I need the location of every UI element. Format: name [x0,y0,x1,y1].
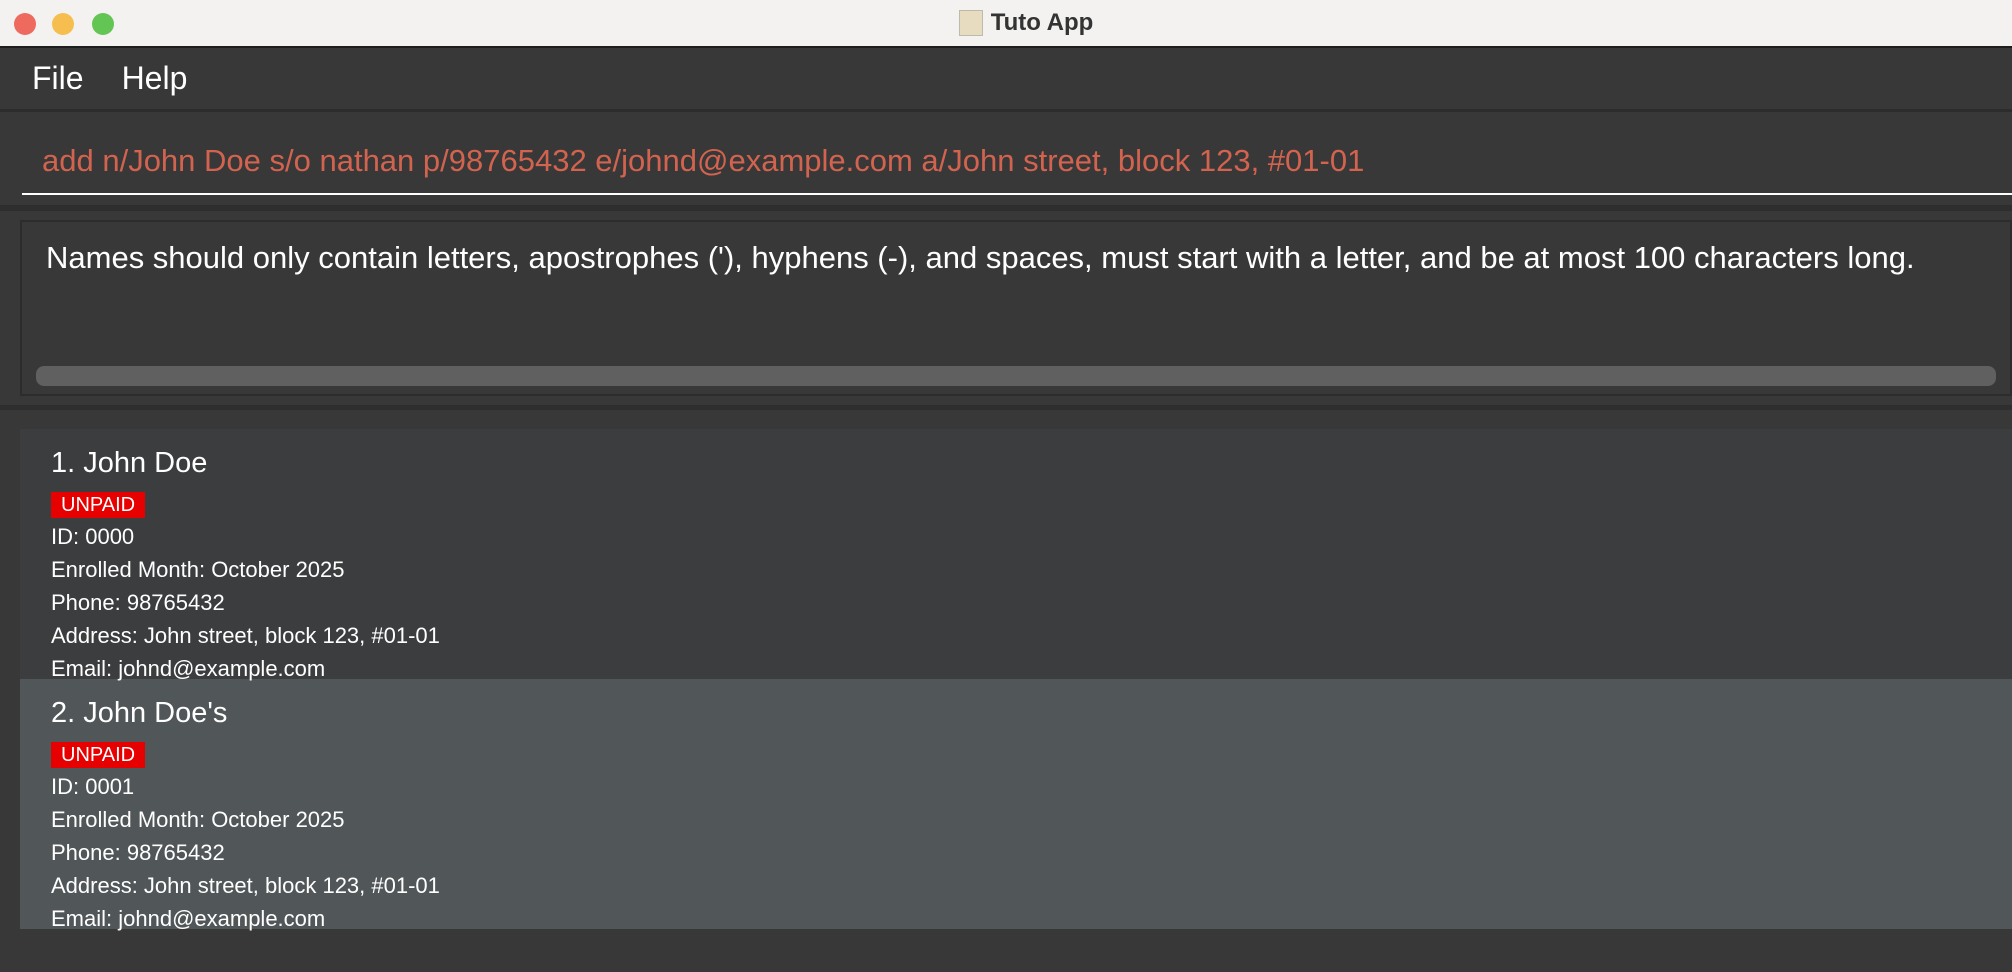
menu-bar: File Help [0,48,2012,112]
window-title-text: Tuto App [990,9,1094,36]
person-card[interactable]: 2. John Doe's UNPAID ID: 0001 Enrolled M… [20,679,2012,931]
person-enrolled: Enrolled Month: October 2025 [51,807,345,832]
window-title: Tuto App [0,0,2012,46]
person-address: Address: John street, block 123, #01-01 [51,623,440,648]
person-enrolled: Enrolled Month: October 2025 [51,557,345,582]
command-underline [22,193,2012,195]
menu-file[interactable]: File [32,60,84,97]
person-list: 1. John Doe UNPAID ID: 0000 Enrolled Mon… [20,429,2012,931]
status-badge: UNPAID [51,492,146,518]
person-card[interactable]: 1. John Doe UNPAID ID: 0000 Enrolled Mon… [20,429,2012,681]
person-name: 2. John Doe's [51,697,228,729]
result-text: Names should only contain letters, apost… [46,240,1915,275]
title-bar: Tuto App [0,0,2012,48]
person-phone: Phone: 98765432 [51,590,225,615]
result-display: Names should only contain letters, apost… [20,220,2012,396]
person-address: Address: John street, block 123, #01-01 [51,873,440,898]
app-icon [958,10,983,36]
person-id: ID: 0001 [51,774,135,799]
divider [0,405,2012,410]
command-input[interactable]: add n/John Doe s/o nathan p/98765432 e/j… [42,143,1364,179]
status-badge: UNPAID [51,742,146,768]
divider [0,205,2012,211]
person-id: ID: 0000 [51,524,135,549]
command-box[interactable]: add n/John Doe s/o nathan p/98765432 e/j… [0,115,2012,205]
person-name: 1. John Doe [51,447,208,479]
person-email: Email: johnd@example.com [51,906,326,931]
person-phone: Phone: 98765432 [51,840,225,865]
menu-help[interactable]: Help [122,60,188,97]
horizontal-scrollbar[interactable] [36,366,1996,386]
